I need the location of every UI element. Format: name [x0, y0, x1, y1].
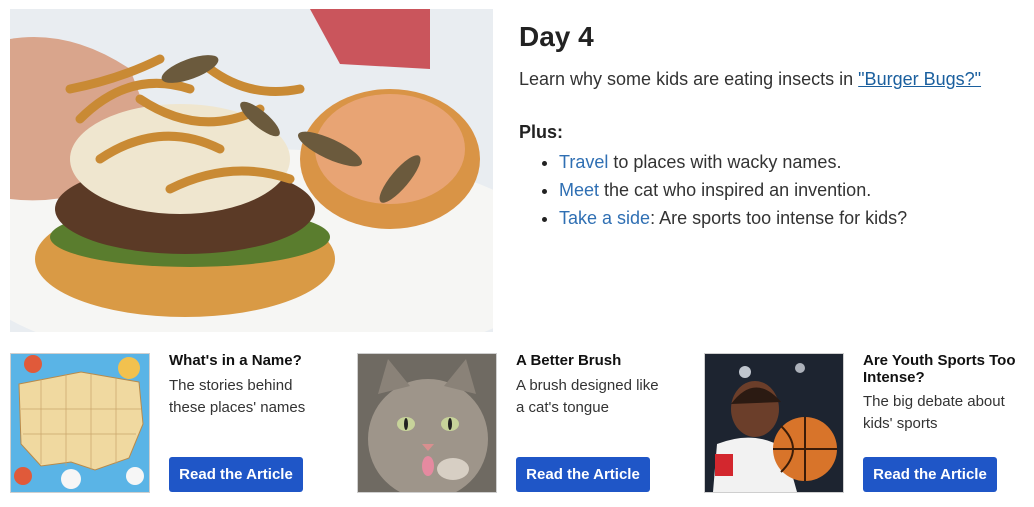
- intro-text: Learn why some kids are eating insects i…: [519, 69, 859, 89]
- card-description: The big debate about kids' sports: [863, 393, 1005, 432]
- us-map-thumbnail[interactable]: [10, 353, 150, 493]
- travel-link[interactable]: Travel: [559, 152, 608, 172]
- read-article-button[interactable]: Read the Article: [863, 457, 997, 492]
- list-item: Meet the cat who inspired an invention.: [559, 176, 1029, 204]
- burger-bugs-link[interactable]: "Burger Bugs?": [858, 69, 981, 89]
- card-description: A brush designed like a cat's tongue: [516, 377, 659, 416]
- plus-list: Travel to places with wacky names. Meet …: [519, 148, 1029, 232]
- article-card-sports: Are Youth Sports Too Intense? The big de…: [704, 352, 1034, 493]
- cat-thumbnail[interactable]: [357, 353, 497, 493]
- list-item: Take a side: Are sports too intense for …: [559, 204, 1029, 232]
- read-article-button[interactable]: Read the Article: [169, 457, 303, 492]
- day-summary: Day 4 Learn why some kids are eating ins…: [519, 18, 1029, 232]
- plus-label: Plus:: [519, 122, 564, 142]
- list-item-text: : Are sports too intense for kids?: [650, 208, 908, 228]
- list-item: Travel to places with wacky names.: [559, 148, 1029, 176]
- card-description: The stories behind these places' names: [169, 377, 306, 416]
- basketball-player-thumbnail[interactable]: [704, 353, 844, 493]
- burger-bugs-image: [10, 9, 493, 332]
- take-a-side-link[interactable]: Take a side: [559, 208, 650, 228]
- list-item-text: the cat who inspired an invention.: [599, 180, 872, 200]
- card-title: A Better Brush: [516, 352, 622, 369]
- list-item-text: to places with wacky names.: [608, 152, 842, 172]
- read-article-button[interactable]: Read the Article: [516, 457, 650, 492]
- article-card-names: What's in a Name? The stories behind the…: [10, 352, 330, 493]
- card-title: Are Youth Sports Too Intense?: [863, 352, 1016, 386]
- article-card-brush: A Better Brush A brush designed like a c…: [357, 352, 687, 493]
- intro-paragraph: Learn why some kids are eating insects i…: [519, 67, 1029, 91]
- day-title: Day 4: [519, 21, 594, 52]
- article-cards: What's in a Name? The stories behind the…: [10, 352, 1034, 493]
- card-title: What's in a Name?: [169, 352, 302, 369]
- meet-link[interactable]: Meet: [559, 180, 599, 200]
